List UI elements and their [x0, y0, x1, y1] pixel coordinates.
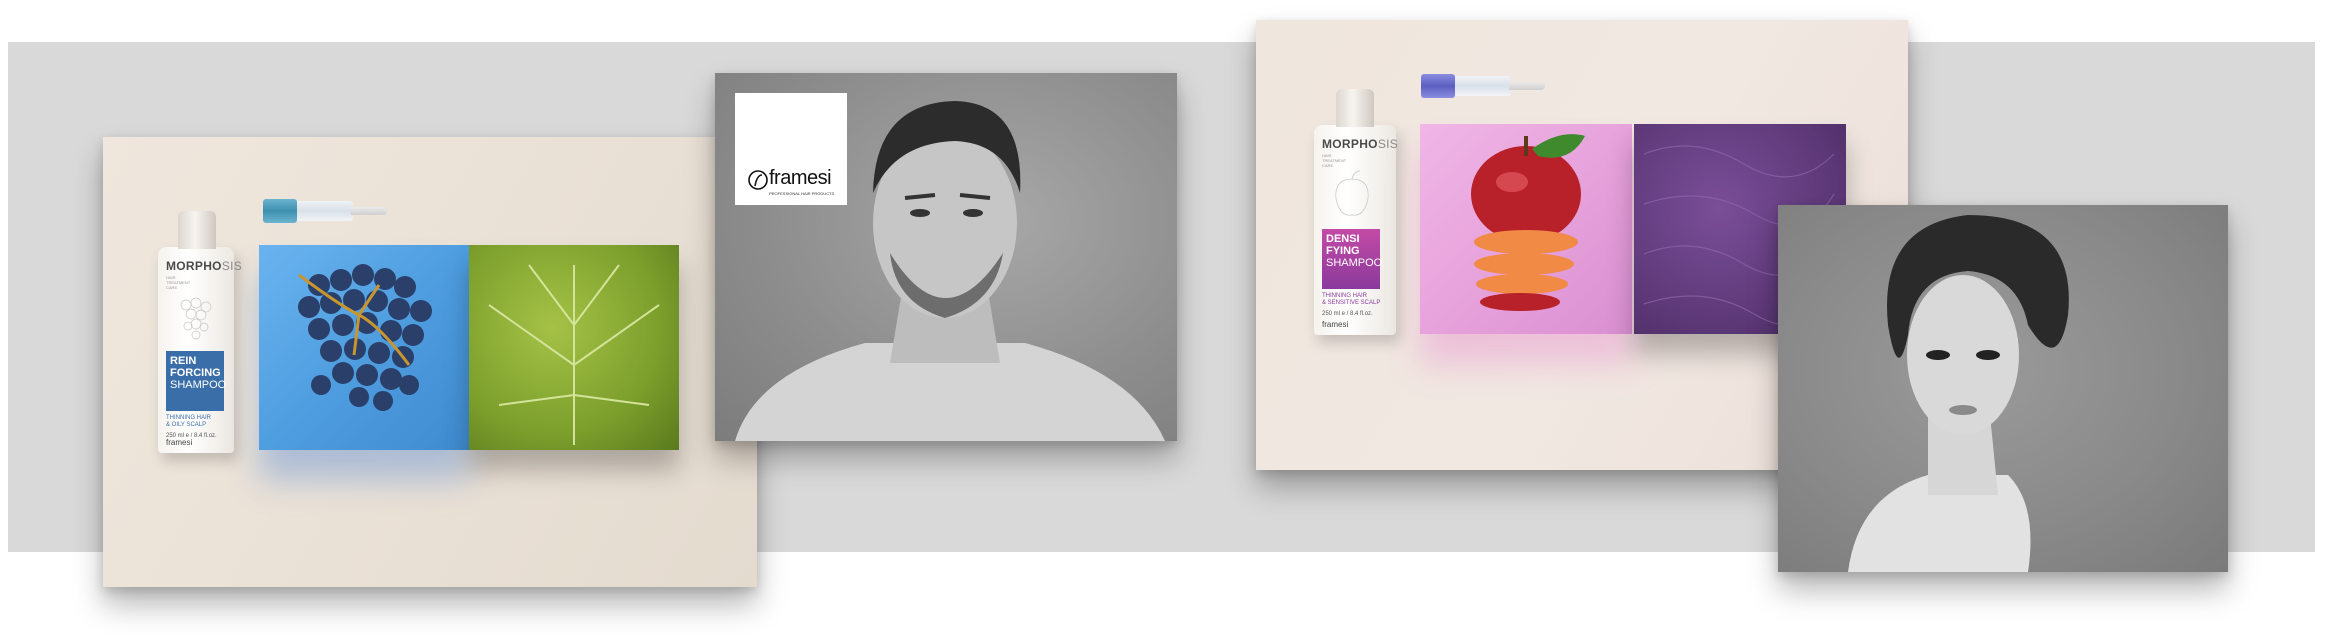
framesi-logo: framesi PROFESSIONAL HAIR PRODUCTS	[735, 93, 847, 205]
bottle-label: REIN FORCING SHAMPOO	[166, 351, 226, 411]
treatment-vial	[263, 199, 387, 223]
framesi-emblem-icon	[748, 170, 768, 190]
blue-box	[259, 245, 469, 450]
shampoo-bottle: MORPHOSIS HAIR TREATMENT CARE REIN FORCI…	[158, 211, 242, 453]
bottle-cap	[1336, 89, 1374, 127]
grapes-icon	[298, 264, 432, 411]
bottle-subtitle: HAIR TREATMENT CARE	[166, 275, 191, 290]
vial-cap	[263, 199, 297, 223]
framesi-tagline: PROFESSIONAL HAIR PRODUCTS	[769, 191, 835, 196]
shampoo-bottle: MORPHOSIS HAIR TREATMENT CARE DENSI FYIN…	[1314, 89, 1399, 335]
vial-tip	[351, 207, 387, 215]
pink-box	[1420, 124, 1632, 334]
treatment-vial	[1421, 74, 1545, 98]
vine-leaf-box	[469, 245, 679, 450]
vial-tip	[1509, 82, 1545, 90]
bottle-brand: MORPHOSIS	[1322, 137, 1399, 151]
bottle-maker: framesi	[166, 438, 193, 447]
portrait-card-woman[interactable]	[1778, 205, 2228, 572]
bottle-cap	[178, 211, 216, 249]
grape-sketch-icon	[180, 297, 212, 340]
framesi-wordmark: framesi	[769, 167, 832, 189]
bottle-subtitle: HAIR TREATMENT CARE	[1322, 153, 1347, 168]
leaf-veins-icon	[488, 264, 660, 445]
bottle-size: 250 ml e / 8.4 fl.oz.	[1322, 311, 1373, 317]
woman-portrait-image	[1848, 215, 2069, 572]
apple-sketch-icon	[1335, 170, 1369, 216]
sliced-apple-icon	[1471, 134, 1585, 311]
bottle-brand: MORPHOSIS	[166, 259, 243, 273]
bottle-usage: THINNING HAIR & SENSITIVE SCALP	[1322, 293, 1381, 306]
portrait-card-man[interactable]: framesi PROFESSIONAL HAIR PRODUCTS	[715, 73, 1177, 441]
bottle-maker: framesi	[1322, 320, 1349, 329]
vial-cap	[1421, 74, 1455, 98]
product-card-reinforcing[interactable]: MORPHOSIS HAIR TREATMENT CARE REIN FORCI…	[103, 137, 757, 587]
bottle-label: DENSI FYING SHAMPOO	[1322, 229, 1382, 289]
bottle-usage: THINNING HAIR & OILY SCALP	[166, 415, 211, 428]
